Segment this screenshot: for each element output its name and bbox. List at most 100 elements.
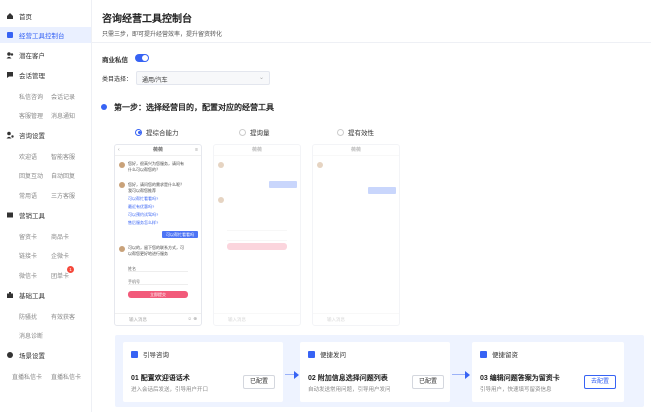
avatar (119, 162, 125, 168)
category-label: 类目选择： (102, 77, 133, 83)
sidebar-sub-item[interactable]: 商品卡 (51, 232, 69, 241)
form-intro-message: 可以的，留下您的联系方式，可以帮您更好地进行服务 (128, 245, 184, 256)
sidebar-sub-item[interactable]: 常用语 (19, 191, 37, 200)
phone-preview-2: 薇薇 输入消息 (213, 144, 301, 326)
sidebar-sub-item[interactable]: 三方客服 (51, 191, 75, 200)
emoji-plus-icon: ☺ ⊕ (187, 316, 197, 321)
phone-header-title: 薇薇 (251, 147, 262, 153)
step-indicator (101, 104, 107, 110)
avatar (218, 162, 224, 168)
marketing-icon (6, 211, 14, 219)
sidebar-item-scene[interactable]: 场景设置 (0, 347, 91, 363)
sidebar-sub-item[interactable]: 回复互动 (19, 171, 43, 180)
arrow-connector (452, 374, 466, 375)
form-submit-button[interactable]: 立即提交 (128, 291, 188, 298)
user-reply-bubble (269, 181, 297, 188)
user-reply-bubble (368, 187, 396, 194)
question-link[interactable]: 可以帮忙看看吗? (128, 196, 158, 202)
sidebar-item-consult[interactable]: 咨询设置 (0, 127, 91, 143)
sidebar-item-basic[interactable]: 基础工具 (0, 287, 91, 303)
page-title: 咨询经营工具控制台 (102, 14, 192, 25)
phone-preview-3: 薇薇 输入消息 (312, 144, 400, 326)
scene-icon (6, 351, 14, 359)
phone-header: 薇薇 (214, 145, 300, 156)
option-inquiry[interactable]: 提询量 (239, 127, 270, 137)
step-card-guide: 引导咨询 01 配置欢迎语话术 进入会话后发送，引导用户开口 已配置 (123, 342, 283, 402)
form-field-phone[interactable]: 手机号 (128, 279, 188, 285)
chevron-down-icon: ⌄ (258, 75, 264, 81)
option-label: 提综合能力 (146, 130, 179, 137)
sidebar: 首页 经营工具控制台 潜在客户 会话管理 私信咨询 会话记录 客服管理 消息通知… (0, 0, 92, 412)
sidebar-sub-item[interactable]: 消息通知 (51, 111, 75, 120)
person-gear-icon (6, 131, 14, 139)
question-link[interactable]: 最近有优惠吗? (128, 204, 154, 210)
sidebar-sub-item[interactable]: 私信咨询 (19, 92, 43, 101)
category-select[interactable]: 通用/汽车 ⌄ (136, 71, 270, 85)
sidebar-item-label: 潜在客户 (19, 53, 45, 60)
sidebar-sub-item[interactable]: 客服管理 (19, 111, 43, 120)
sidebar-sub-item[interactable]: 团单卡 (51, 271, 69, 280)
radio-selected (135, 128, 142, 136)
chat-icon (6, 71, 14, 79)
sidebar-sub-item[interactable]: 消息诊断 (19, 331, 43, 340)
card-header-label: 引导咨询 (143, 352, 169, 359)
question-link[interactable]: 售后服务怎么样? (128, 220, 158, 226)
form-field (227, 235, 287, 241)
card-header: 便捷留资 (480, 349, 518, 359)
form-icon (480, 350, 487, 358)
phone-input-bar: 输入消息 (214, 313, 300, 325)
sidebar-sub-item[interactable]: 微信卡 (19, 271, 37, 280)
configure-button[interactable]: 去配置 (584, 375, 616, 389)
chat-icon (131, 350, 138, 358)
sidebar-item-marketing[interactable]: 营销工具 (0, 207, 91, 223)
sidebar-item-console[interactable]: 经营工具控制台 (0, 27, 91, 43)
option-label: 提有效性 (348, 130, 374, 137)
commercial-dm-toggle[interactable] (135, 54, 149, 62)
card-header: 引导咨询 (131, 349, 169, 359)
toolbox-icon (6, 291, 14, 299)
sidebar-sub-item[interactable]: 自动回复 (51, 171, 75, 180)
option-effectiveness[interactable]: 提有效性 (337, 127, 374, 137)
option-label: 提询量 (250, 130, 270, 137)
input-placeholder: 输入消息 (327, 317, 345, 322)
card-description: 自动发送常用问题，引导用户发问 (308, 387, 391, 393)
category-select-value: 通用/汽车 (142, 78, 168, 84)
card-title: 03 编辑问题答案为留资卡 (480, 375, 560, 382)
avatar (119, 246, 125, 252)
card-header-label: 便捷发问 (320, 352, 346, 359)
question-link[interactable]: 可以预约试驾吗? (128, 212, 158, 218)
sidebar-sub-item[interactable]: 会话记录 (51, 92, 75, 101)
configured-button[interactable]: 已配置 (243, 375, 275, 389)
sidebar-sub-item[interactable]: 有效获客 (51, 312, 75, 321)
phone-input-bar: 输入消息 (313, 313, 399, 325)
form-submit-button (227, 243, 287, 250)
step-card-leads: 便捷留资 03 编辑问题答案为留资卡 引导用户，快速填写留资信息 去配置 (472, 342, 624, 402)
sidebar-sub-item[interactable]: 留资卡 (19, 232, 37, 241)
form-field-name[interactable]: 姓名 (128, 266, 188, 272)
sidebar-sub-item[interactable]: 链接卡 (19, 251, 37, 260)
configured-button[interactable]: 已配置 (412, 375, 444, 389)
sidebar-sub-item[interactable]: 直播私信卡 (12, 372, 42, 381)
radio-unselected (337, 128, 344, 136)
sidebar-sub-item[interactable]: 欢迎语 (19, 152, 37, 161)
sidebar-item-label: 会话管理 (19, 73, 45, 80)
option-comprehensive[interactable]: 提综合能力 (135, 127, 179, 137)
user-reply-bubble: 可以帮忙看看吗 (162, 231, 198, 238)
sidebar-item-leads[interactable]: 潜在客户 (0, 47, 91, 63)
card-header-label: 便捷留资 (492, 352, 518, 359)
radio-unselected (239, 128, 246, 136)
step1-title: 第一步：选择经营目的，配置对应的经营工具 (114, 103, 274, 112)
arrow-right-icon (465, 371, 470, 379)
sidebar-item-session[interactable]: 会话管理 (0, 67, 91, 83)
console-icon (6, 31, 14, 39)
sidebar-sub-item[interactable]: 企微卡 (51, 251, 69, 260)
sidebar-sub-item[interactable]: 直播私信卡 (51, 372, 81, 381)
sidebar-item-home[interactable]: 首页 (0, 8, 91, 24)
commercial-dm-label: 商业私信 (102, 57, 128, 64)
page-subtitle: 只需三步，即可提升经营效率，提升留资转化 (102, 32, 223, 38)
sidebar-sub-item[interactable]: 防骚扰 (19, 312, 37, 321)
header-divider (92, 42, 651, 43)
phone-header-title: 薇薇 (152, 147, 163, 153)
sidebar-sub-item[interactable]: 智能客服 (51, 152, 75, 161)
phone-header: ‹ 薇薇 ≡ (115, 145, 201, 156)
